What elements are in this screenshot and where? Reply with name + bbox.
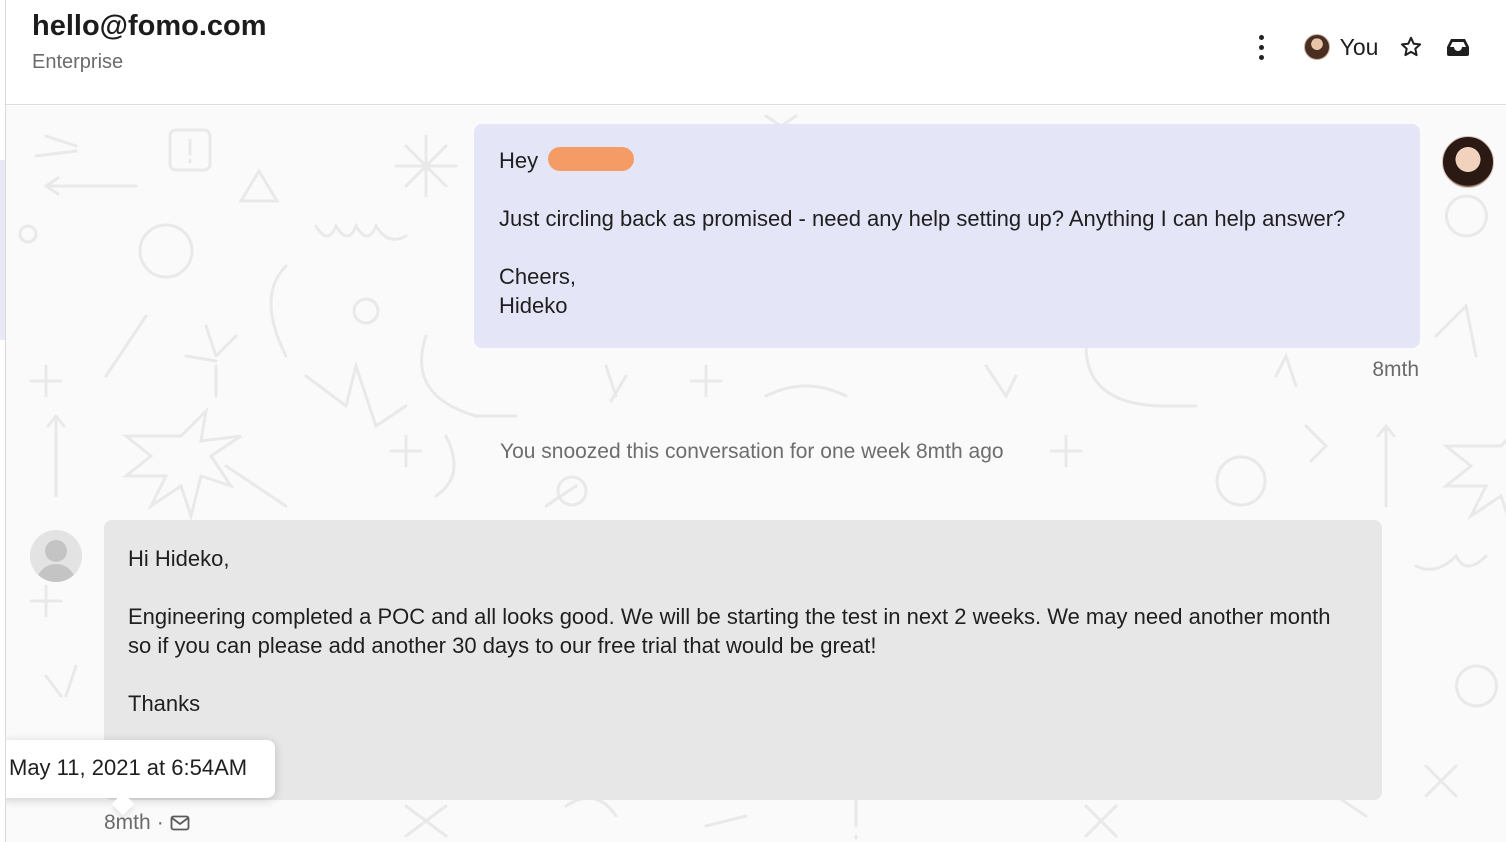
inbox-button[interactable]: [1441, 30, 1475, 64]
outgoing-greeting: Hey: [499, 148, 539, 173]
assignee-avatar: [1303, 34, 1330, 60]
incoming-signoff: Thanks: [128, 691, 201, 716]
inbox-icon: [1447, 39, 1469, 56]
incoming-message[interactable]: Hi Hideko, Engineering completed a POC a…: [104, 520, 1382, 800]
contact-email[interactable]: hello@fomo.com: [32, 10, 267, 43]
meta-separator: ·: [156, 811, 164, 834]
outgoing-signature: Hideko: [499, 293, 568, 318]
tooltip-text: May 11, 2021 at 6:54AM: [9, 755, 248, 780]
incoming-timestamp[interactable]: 8mth: [104, 811, 151, 835]
assignee-label: You: [1339, 33, 1379, 60]
assignee-button[interactable]: You: [1296, 30, 1386, 64]
conversation-header: hello@fomo.com Enterprise You: [6, 0, 1506, 105]
outgoing-signoff: Cheers,: [499, 264, 577, 289]
outgoing-timestamp[interactable]: 8mth: [1336, 358, 1419, 382]
incoming-body: Engineering completed a POC and all look…: [128, 604, 1331, 658]
more-vertical-icon: [1258, 32, 1264, 62]
plan-label: Enterprise: [32, 51, 124, 73]
email-channel-icon: [170, 815, 190, 831]
conversation-thread: Hey Just circling back as promised - nee…: [6, 106, 1506, 842]
snooze-note: You snoozed this conversation for one we…: [500, 440, 1004, 463]
star-icon: [1400, 36, 1422, 57]
redacted-name: [548, 147, 635, 172]
star-button[interactable]: [1396, 30, 1426, 64]
timestamp-tooltip: May 11, 2021 at 6:54AM: [6, 740, 275, 816]
left-accent-strip: [0, 160, 5, 340]
more-options-button[interactable]: [1246, 30, 1276, 64]
outgoing-greeting-line: Hey: [499, 146, 1395, 175]
header-actions: You: [1246, 30, 1506, 64]
outgoing-body: Just circling back as promised - need an…: [499, 206, 1346, 231]
customer-avatar: [30, 530, 82, 582]
agent-avatar: [1442, 136, 1494, 188]
incoming-greeting: Hi Hideko,: [128, 546, 230, 571]
outgoing-message[interactable]: Hey Just circling back as promised - nee…: [474, 124, 1420, 348]
incoming-meta: 8mth ·: [104, 810, 190, 836]
